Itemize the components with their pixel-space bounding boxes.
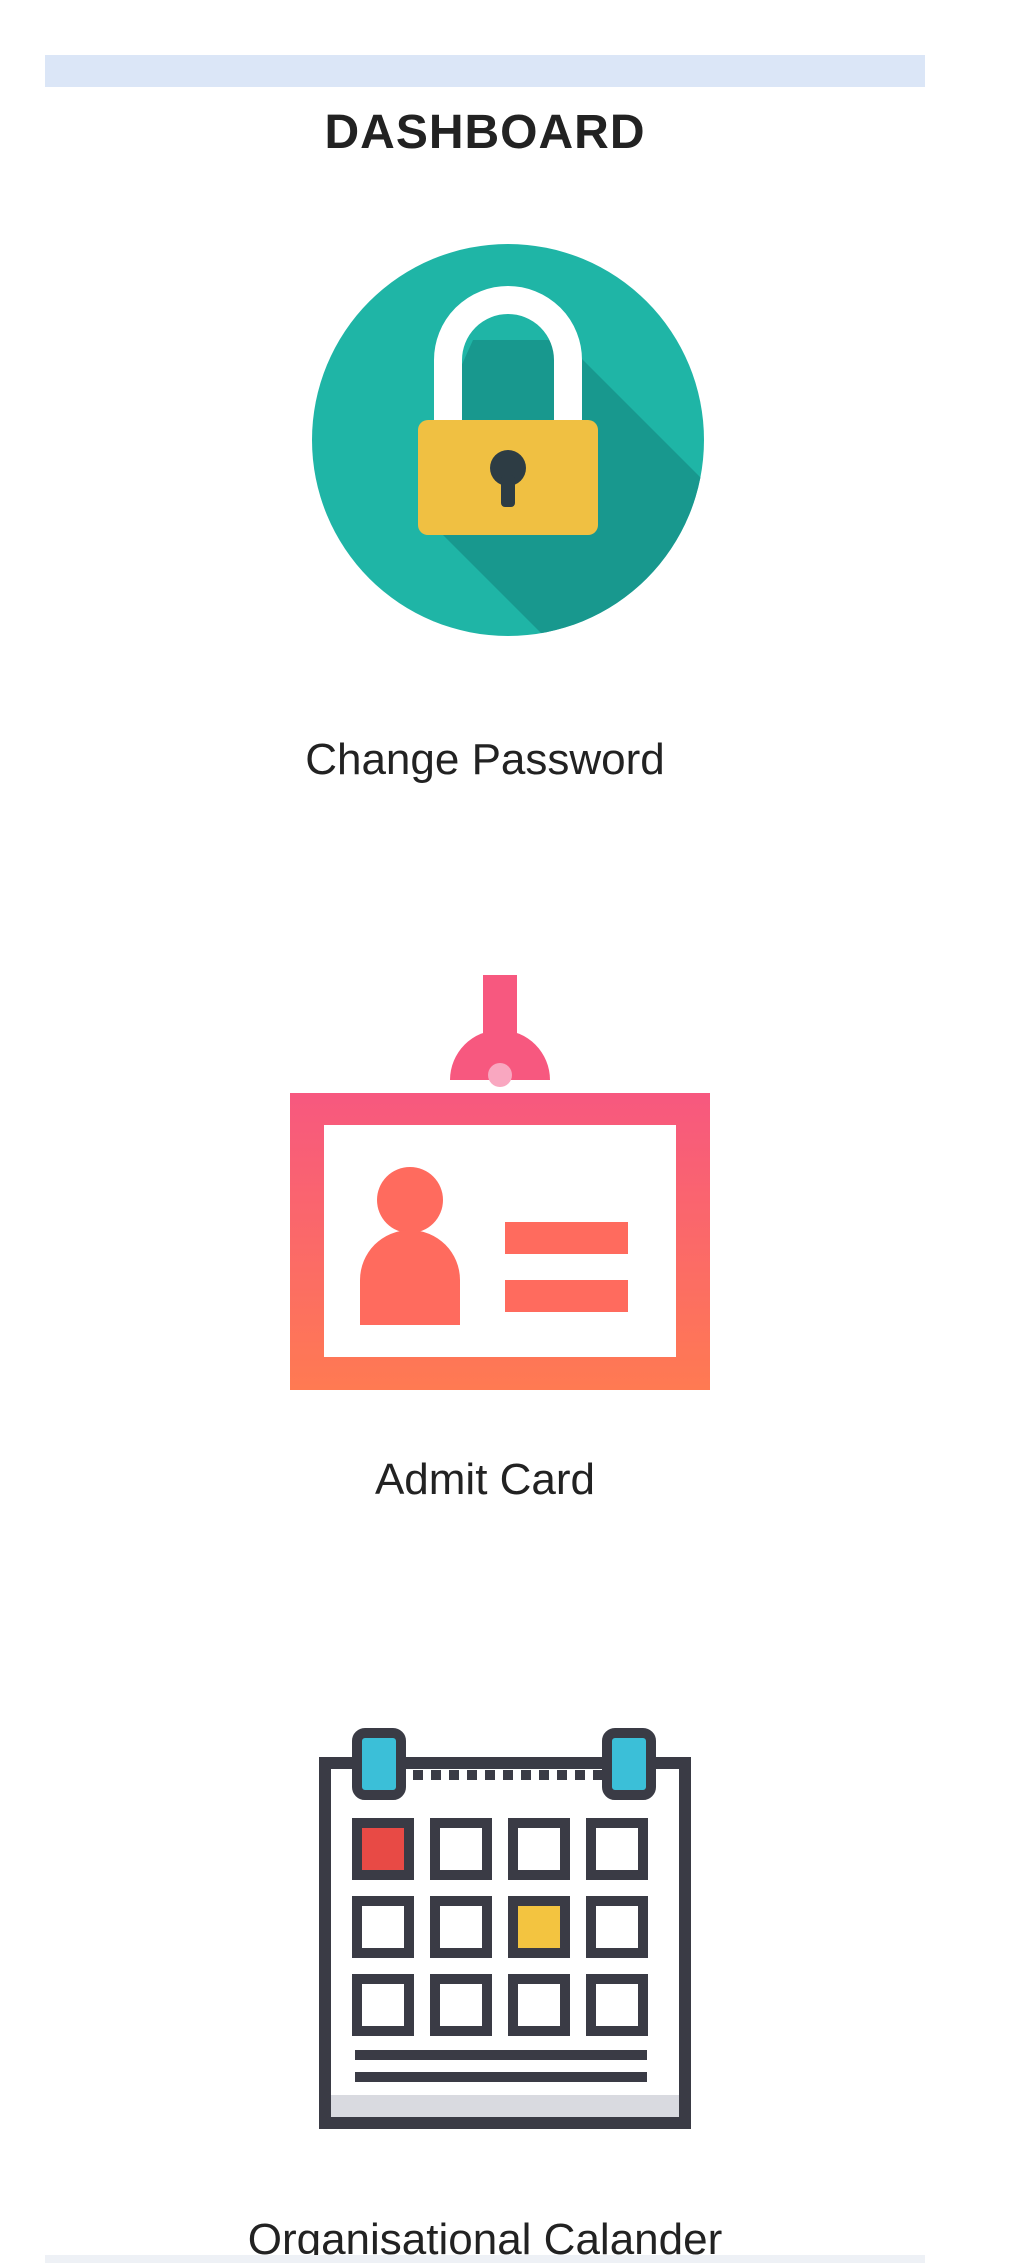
calendar-icon[interactable]: [317, 1725, 692, 2130]
change-password-label[interactable]: Change Password: [45, 735, 925, 785]
admit-card-label[interactable]: Admit Card: [45, 1455, 925, 1505]
header-bar: [45, 55, 925, 87]
page: DASHBOARD Change Password Admit Card Org…: [0, 0, 1026, 2265]
page-title: DASHBOARD: [324, 106, 646, 159]
bottom-divider: [45, 2255, 925, 2263]
id-badge-icon[interactable]: [290, 975, 710, 1390]
padlock-icon[interactable]: [308, 240, 708, 640]
dashboard-panel: DASHBOARD Change Password Admit Card Org…: [45, 35, 925, 2265]
